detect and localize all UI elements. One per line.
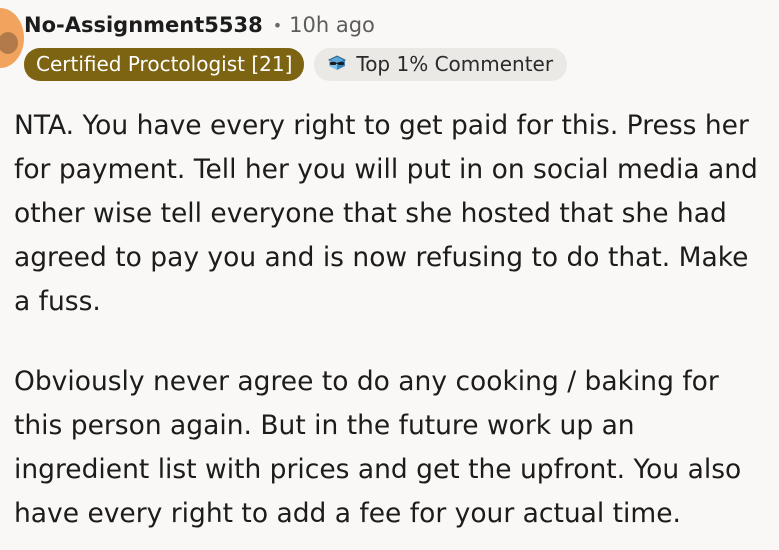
separator-dot: • <box>272 15 283 35</box>
user-flair[interactable]: Certified Proctologist [21] <box>24 48 305 81</box>
badges-row: Certified Proctologist [21] Top 1% Comme… <box>24 48 568 81</box>
achievement-label: Top 1% Commenter <box>356 52 554 76</box>
avatar[interactable] <box>0 8 24 68</box>
comment-paragraph: NTA. You have every right to get paid fo… <box>14 110 758 317</box>
comment-header: No-Assignment5538 • 10h ago <box>24 10 375 40</box>
comment: No-Assignment5538 • 10h ago Certified Pr… <box>0 0 779 550</box>
comment-body: NTA. You have every right to get paid fo… <box>14 104 766 550</box>
sunglasses-badge-icon <box>328 55 347 70</box>
avatar-face <box>0 32 18 54</box>
achievement-badge[interactable]: Top 1% Commenter <box>314 48 568 81</box>
comment-paragraph: Obviously never agree to do any cooking … <box>14 366 742 529</box>
author-username[interactable]: No-Assignment5538 <box>24 13 263 37</box>
timestamp[interactable]: 10h ago <box>289 13 375 37</box>
